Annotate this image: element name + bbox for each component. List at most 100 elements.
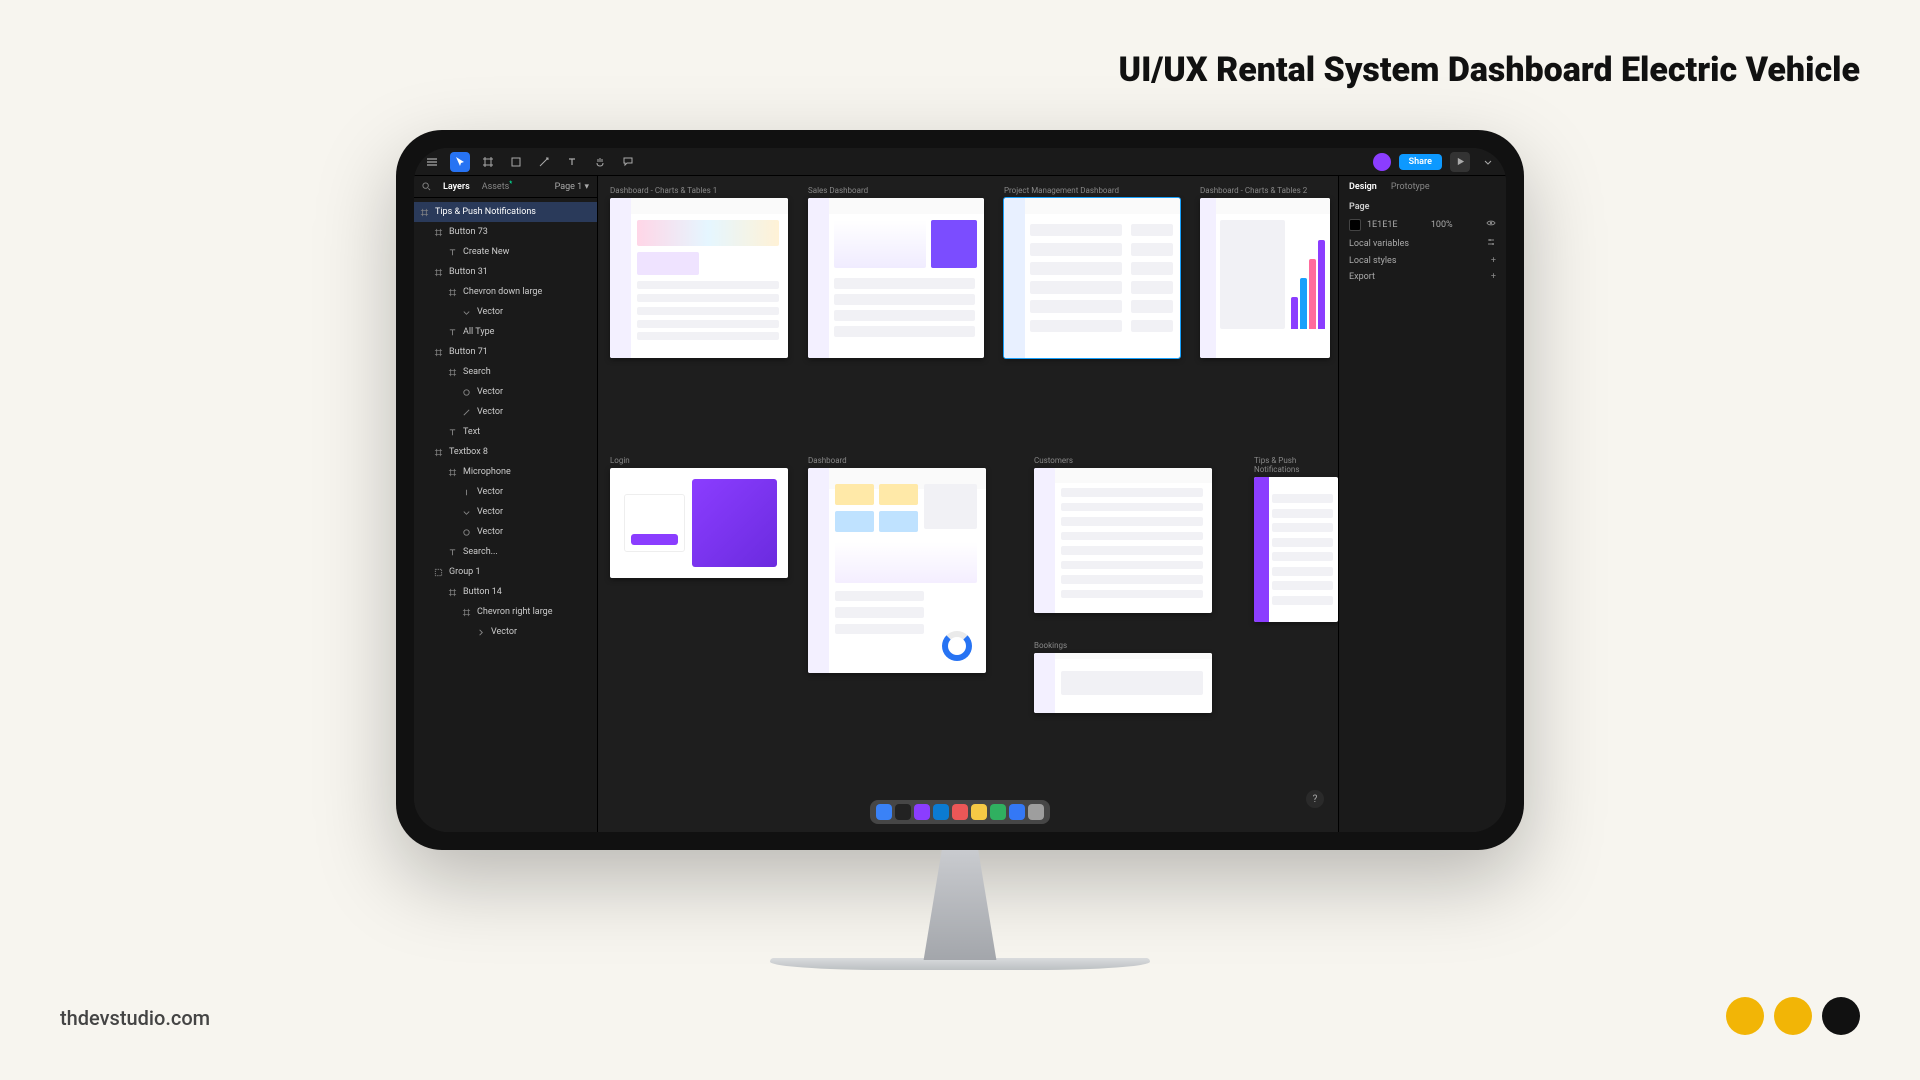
frame-label[interactable]: Project Management Dashboard bbox=[1004, 186, 1180, 195]
tab-assets[interactable]: Assets* bbox=[482, 182, 513, 192]
frame-label[interactable]: Login bbox=[610, 456, 788, 465]
artboard[interactable] bbox=[1200, 198, 1330, 358]
layer-row[interactable]: Vector bbox=[414, 382, 597, 402]
frame-label[interactable]: Dashboard bbox=[808, 456, 986, 465]
macos-dock[interactable] bbox=[870, 800, 1050, 824]
present-button[interactable] bbox=[1450, 152, 1470, 172]
artboard[interactable] bbox=[808, 468, 986, 673]
frame[interactable]: Project Management Dashboard bbox=[1004, 186, 1180, 358]
monitor-stand bbox=[895, 850, 1025, 960]
local-styles-row[interactable]: Local styles + bbox=[1349, 256, 1496, 266]
dock-app[interactable] bbox=[990, 804, 1006, 820]
user-avatar[interactable] bbox=[1373, 153, 1391, 171]
artboard[interactable] bbox=[1034, 468, 1212, 613]
frame[interactable]: Tips & Push Notifications bbox=[1254, 456, 1338, 622]
plus-icon[interactable]: + bbox=[1491, 256, 1496, 266]
layer-row[interactable]: Vector bbox=[414, 502, 597, 522]
frame-label[interactable]: Customers bbox=[1034, 456, 1212, 465]
layer-row[interactable]: Chevron right large bbox=[414, 602, 597, 622]
artboard[interactable] bbox=[808, 198, 984, 358]
layer-row[interactable]: Chevron down large bbox=[414, 282, 597, 302]
frame[interactable]: Customers bbox=[1034, 456, 1212, 613]
dock-app[interactable] bbox=[1028, 804, 1044, 820]
move-tool-icon[interactable] bbox=[450, 152, 470, 172]
artboard[interactable] bbox=[1254, 477, 1338, 622]
layer-row[interactable]: Create New bbox=[414, 242, 597, 262]
tab-prototype[interactable]: Prototype bbox=[1391, 182, 1430, 192]
page-color-swatch[interactable] bbox=[1349, 219, 1361, 231]
ellipse-icon bbox=[462, 528, 471, 537]
canvas[interactable]: ? Dashboard - Charts & Tables 1 Sales Das… bbox=[598, 176, 1338, 832]
dock-app[interactable] bbox=[933, 804, 949, 820]
export-label: Export bbox=[1349, 272, 1375, 282]
dock-app[interactable] bbox=[895, 804, 911, 820]
tab-design[interactable]: Design bbox=[1349, 182, 1377, 192]
layer-row[interactable]: Button 71 bbox=[414, 342, 597, 362]
visibility-icon[interactable] bbox=[1486, 218, 1496, 231]
export-row[interactable]: Export + bbox=[1349, 272, 1496, 282]
layer-row[interactable]: Vector bbox=[414, 402, 597, 422]
layer-row[interactable]: Search bbox=[414, 362, 597, 382]
frame[interactable]: Bookings bbox=[1034, 641, 1212, 713]
zoom-dropdown[interactable] bbox=[1478, 152, 1498, 172]
layer-label: Microphone bbox=[463, 467, 511, 477]
dock-app[interactable] bbox=[952, 804, 968, 820]
frame-label[interactable]: Dashboard - Charts & Tables 1 bbox=[610, 186, 788, 195]
artboard[interactable] bbox=[1034, 653, 1212, 713]
local-variables-row[interactable]: Local variables bbox=[1349, 237, 1496, 250]
tab-layers[interactable]: Layers bbox=[443, 182, 470, 192]
pen-tool-icon[interactable] bbox=[534, 152, 554, 172]
text-tool-icon[interactable] bbox=[562, 152, 582, 172]
menu-icon[interactable] bbox=[422, 152, 442, 172]
layer-row[interactable]: Textbox 8 bbox=[414, 442, 597, 462]
frame[interactable]: Dashboard - Charts & Tables 2 bbox=[1200, 186, 1330, 358]
layer-label: Button 73 bbox=[449, 227, 488, 237]
frame-tool-icon[interactable] bbox=[478, 152, 498, 172]
layer-label: Create New bbox=[463, 247, 509, 257]
shape-tool-icon[interactable] bbox=[506, 152, 526, 172]
help-button[interactable]: ? bbox=[1306, 790, 1324, 808]
dock-app[interactable] bbox=[1009, 804, 1025, 820]
layer-row[interactable]: Vector bbox=[414, 622, 597, 642]
hand-tool-icon[interactable] bbox=[590, 152, 610, 172]
layer-row[interactable]: Tips & Push Notifications bbox=[414, 202, 597, 222]
layers-list[interactable]: Tips & Push Notifications Button 73 Create… bbox=[414, 198, 597, 832]
frame-label[interactable]: Bookings bbox=[1034, 641, 1212, 650]
frame[interactable]: Login bbox=[610, 456, 788, 578]
frame[interactable]: Dashboard - Charts & Tables 1 bbox=[610, 186, 788, 358]
layer-row[interactable]: Group 1 bbox=[414, 562, 597, 582]
layer-row[interactable]: Button 31 bbox=[414, 262, 597, 282]
layer-row[interactable]: All Type bbox=[414, 322, 597, 342]
section-page: Page bbox=[1349, 202, 1496, 212]
page-selector[interactable]: Page 1 ▾ bbox=[555, 182, 589, 192]
layer-row[interactable]: Vector bbox=[414, 482, 597, 502]
layer-row[interactable]: Search... bbox=[414, 542, 597, 562]
layer-row[interactable]: Vector bbox=[414, 522, 597, 542]
layer-row[interactable]: Text bbox=[414, 422, 597, 442]
layer-row[interactable]: Microphone bbox=[414, 462, 597, 482]
frame-label[interactable]: Dashboard - Charts & Tables 2 bbox=[1200, 186, 1330, 195]
artboard[interactable] bbox=[610, 198, 788, 358]
vector-down-icon bbox=[462, 308, 471, 317]
share-button[interactable]: Share bbox=[1399, 154, 1442, 170]
layer-row[interactable]: Button 14 bbox=[414, 582, 597, 602]
frame-label[interactable]: Tips & Push Notifications bbox=[1254, 456, 1338, 474]
settings-icon[interactable] bbox=[1486, 237, 1496, 250]
layer-row[interactable]: Vector bbox=[414, 302, 597, 322]
layer-label: Button 31 bbox=[449, 267, 488, 277]
ellipse-icon bbox=[462, 388, 471, 397]
comment-tool-icon[interactable] bbox=[618, 152, 638, 172]
frame[interactable]: Sales Dashboard bbox=[808, 186, 984, 358]
artboard[interactable] bbox=[610, 468, 788, 578]
plus-icon[interactable]: + bbox=[1491, 272, 1496, 282]
text-icon bbox=[448, 248, 457, 257]
search-icon[interactable] bbox=[422, 182, 431, 191]
page-background-row[interactable]: 1E1E1E 100% bbox=[1349, 218, 1496, 231]
frame[interactable]: Dashboard bbox=[808, 456, 986, 673]
layer-row[interactable]: Button 73 bbox=[414, 222, 597, 242]
artboard[interactable] bbox=[1004, 198, 1180, 358]
dock-app[interactable] bbox=[971, 804, 987, 820]
dock-app[interactable] bbox=[914, 804, 930, 820]
dock-app[interactable] bbox=[876, 804, 892, 820]
frame-label[interactable]: Sales Dashboard bbox=[808, 186, 984, 195]
